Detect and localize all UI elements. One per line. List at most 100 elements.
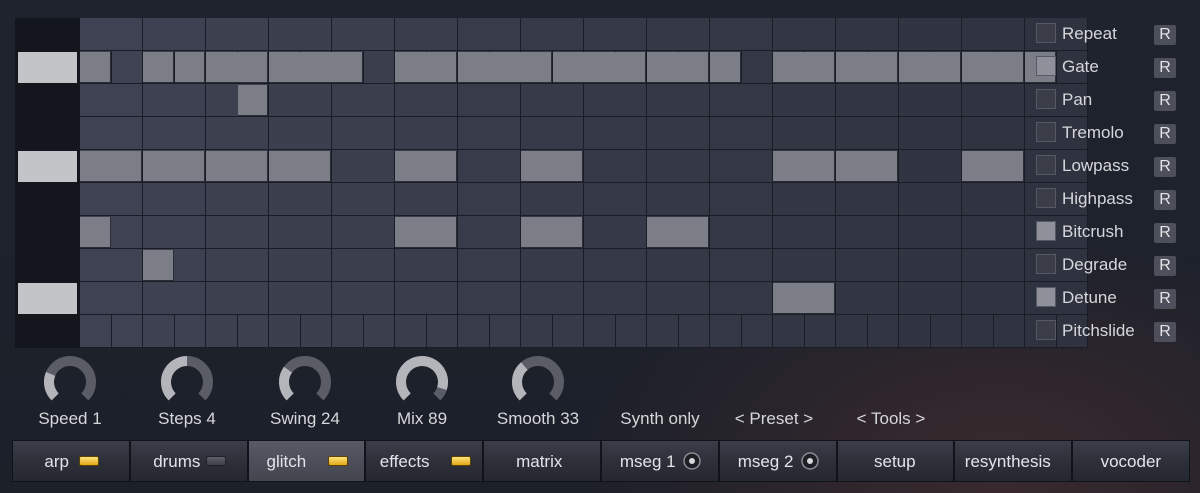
swing-knob[interactable] [277, 354, 333, 410]
grid-cell[interactable] [615, 315, 647, 348]
grid-cell[interactable] [332, 282, 395, 315]
tab-effects[interactable]: effects [365, 440, 484, 482]
grid-cell[interactable] [206, 249, 269, 282]
grid-cell[interactable] [678, 315, 710, 348]
active-step[interactable] [80, 52, 111, 83]
active-step[interactable] [206, 52, 268, 83]
grid-cell[interactable] [804, 315, 836, 348]
grid-cell[interactable] [584, 216, 647, 249]
active-step[interactable] [647, 217, 709, 248]
active-step[interactable] [899, 52, 961, 83]
tab-mseg-1[interactable]: mseg 1 [601, 440, 719, 482]
grid-cell[interactable] [80, 18, 143, 51]
grid-cell[interactable] [395, 315, 427, 348]
active-step[interactable] [489, 52, 552, 83]
effect-reset-button[interactable]: R [1154, 124, 1176, 144]
grid-cell[interactable] [269, 117, 332, 150]
grid-cell[interactable] [773, 84, 836, 117]
effect-reset-button[interactable]: R [1154, 322, 1176, 342]
active-step[interactable] [395, 52, 457, 83]
active-step[interactable] [143, 151, 205, 182]
grid-cell[interactable] [899, 282, 962, 315]
active-step[interactable] [269, 151, 331, 182]
grid-cell[interactable] [836, 315, 868, 348]
grid-cell[interactable] [836, 117, 899, 150]
grid-cell[interactable] [710, 249, 773, 282]
grid-cell[interactable] [395, 249, 458, 282]
grid-cell[interactable] [962, 282, 1025, 315]
grid-cell[interactable] [395, 84, 458, 117]
grid-cell[interactable] [80, 183, 143, 216]
grid-cell[interactable] [710, 216, 773, 249]
grid-cell[interactable] [962, 216, 1025, 249]
grid-cell[interactable] [458, 249, 521, 282]
tab-drums[interactable]: drums [129, 440, 248, 482]
grid-cell[interactable] [174, 315, 206, 348]
grid-cell[interactable] [332, 84, 395, 117]
grid-cell[interactable] [269, 216, 332, 249]
grid-cell[interactable] [647, 249, 710, 282]
grid-cell[interactable] [206, 315, 238, 348]
active-step[interactable] [395, 151, 457, 182]
grid-cell[interactable] [584, 18, 647, 51]
grid-cell[interactable] [962, 249, 1025, 282]
grid-cell[interactable] [143, 18, 206, 51]
grid-cell[interactable] [647, 150, 710, 183]
grid-cell[interactable] [521, 249, 584, 282]
grid-cell[interactable] [143, 315, 175, 348]
grid-cell[interactable] [521, 117, 584, 150]
grid-cell[interactable] [836, 18, 899, 51]
effect-reset-button[interactable]: R [1154, 58, 1176, 78]
grid-cell[interactable] [269, 315, 301, 348]
active-step[interactable] [206, 151, 268, 182]
active-step[interactable] [678, 52, 709, 83]
grid-cell[interactable] [773, 216, 836, 249]
tab-matrix[interactable]: matrix [483, 440, 601, 482]
active-step[interactable] [584, 52, 646, 83]
grid-cell[interactable] [773, 18, 836, 51]
grid-cell[interactable] [143, 282, 206, 315]
grid-cell[interactable] [80, 117, 143, 150]
grid-cell[interactable] [458, 282, 521, 315]
active-step[interactable] [993, 52, 1024, 83]
tools-menu-button[interactable]: < Tools > [857, 409, 926, 429]
grid-cell[interactable] [458, 216, 521, 249]
tab-vocoder[interactable]: vocoder [1072, 440, 1190, 482]
grid-cell[interactable] [836, 84, 899, 117]
grid-cell[interactable] [521, 315, 553, 348]
grid-cell[interactable] [143, 216, 206, 249]
grid-cell[interactable] [899, 315, 931, 348]
grid-cell[interactable] [647, 183, 710, 216]
grid-cell[interactable] [300, 315, 332, 348]
grid-cell[interactable] [458, 150, 521, 183]
grid-cell[interactable] [836, 249, 899, 282]
grid-cell[interactable] [395, 183, 458, 216]
grid-cell[interactable] [332, 18, 395, 51]
grid-cell[interactable] [899, 18, 962, 51]
effect-reset-button[interactable]: R [1154, 157, 1176, 177]
tab-setup[interactable]: setup [836, 440, 955, 482]
grid-cell[interactable] [458, 18, 521, 51]
grid-cell[interactable] [962, 117, 1025, 150]
active-step[interactable] [521, 217, 583, 248]
grid-cell[interactable] [206, 216, 269, 249]
grid-cell[interactable] [206, 183, 269, 216]
grid-cell[interactable] [363, 315, 395, 348]
grid-cell[interactable] [521, 18, 584, 51]
effect-reset-button[interactable]: R [1154, 91, 1176, 111]
grid-cell[interactable] [647, 117, 710, 150]
effect-toggle-checkbox[interactable] [1036, 320, 1056, 340]
grid-cell[interactable] [332, 315, 364, 348]
grid-cell[interactable] [395, 282, 458, 315]
grid-cell[interactable] [332, 249, 395, 282]
grid-cell[interactable] [584, 150, 647, 183]
grid-cell[interactable] [741, 315, 773, 348]
active-step[interactable] [174, 52, 205, 83]
grid-cell[interactable] [773, 183, 836, 216]
effect-toggle-checkbox[interactable] [1036, 56, 1056, 76]
grid-cell[interactable] [584, 315, 616, 348]
grid-cell[interactable] [458, 183, 521, 216]
grid-cell[interactable] [80, 315, 112, 348]
active-step[interactable] [836, 151, 898, 182]
grid-cell[interactable] [899, 249, 962, 282]
